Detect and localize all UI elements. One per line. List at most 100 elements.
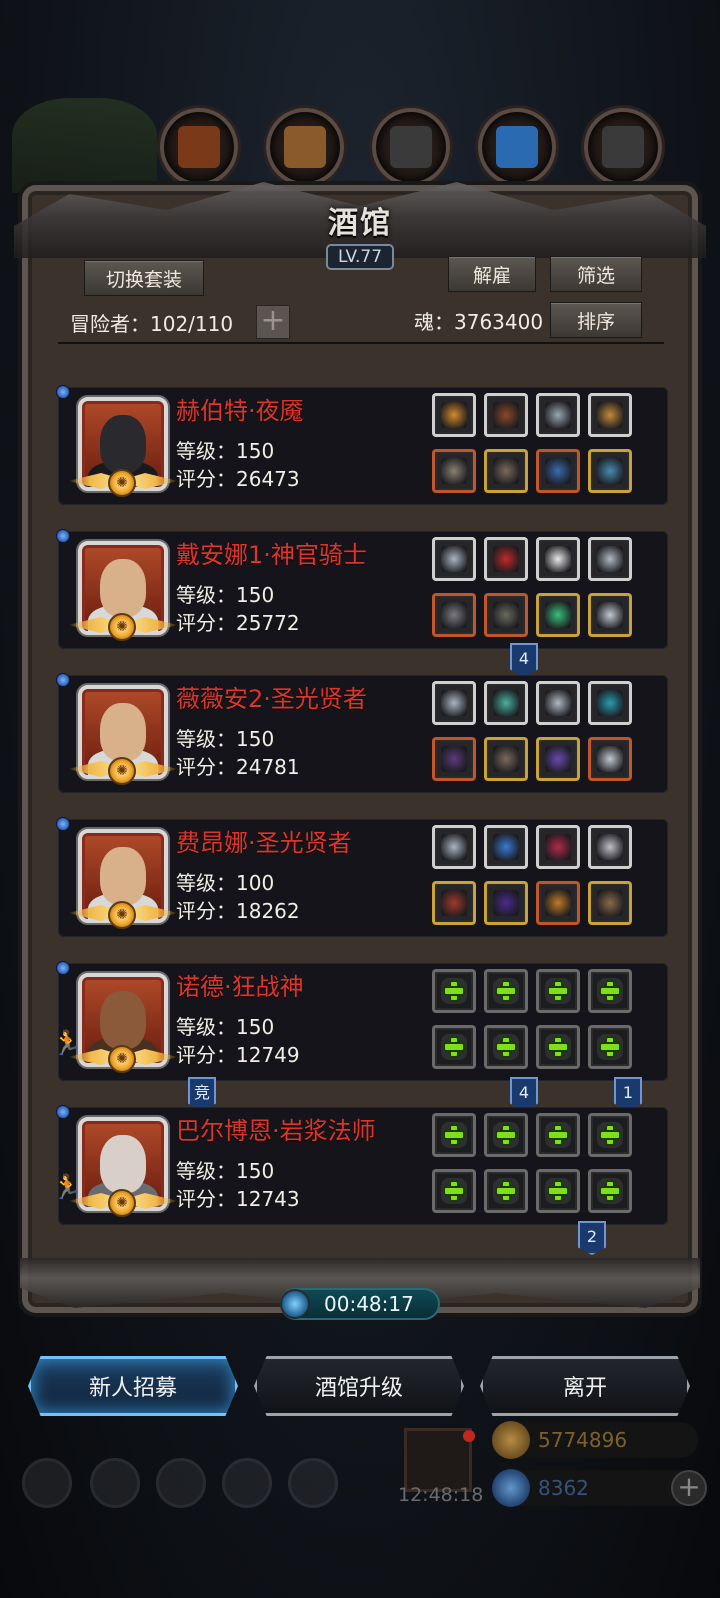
hud-settings-icon[interactable] <box>22 1458 72 1508</box>
empty-slot-plus-icon[interactable] <box>484 1113 528 1157</box>
bronze-ring-icon[interactable] <box>588 881 632 925</box>
hero-score: 评分：24781 <box>176 755 300 779</box>
timer-text: 00:48:17 <box>324 1292 414 1316</box>
filter-button[interactable]: 筛选 <box>550 256 642 292</box>
gift-box-icon[interactable] <box>404 1428 472 1492</box>
white-wing-icon[interactable] <box>536 537 580 581</box>
blue-flame-icon[interactable] <box>484 825 528 869</box>
empty-slot-plus-icon[interactable] <box>588 1025 632 1069</box>
item-glyph <box>597 690 623 716</box>
switch-outfit-button[interactable]: 切换套装 <box>84 260 204 296</box>
crystal-ore-icon[interactable] <box>536 393 580 437</box>
item-glyph <box>597 402 623 428</box>
hero-score: 评分：12743 <box>176 1187 300 1211</box>
item-glyph <box>493 890 519 916</box>
hero-status-dot <box>56 673 70 687</box>
stone-resource-icon <box>372 108 450 186</box>
star-emblem-icon[interactable] <box>588 825 632 869</box>
hud-map-icon[interactable] <box>156 1458 206 1508</box>
expand-capacity-button[interactable]: + <box>256 305 290 339</box>
gold-coin-icon <box>492 1421 530 1459</box>
empty-slot-plus-icon[interactable] <box>588 969 632 1013</box>
empty-slot-plus-icon[interactable] <box>588 1113 632 1157</box>
red-orb-amulet-icon[interactable] <box>484 537 528 581</box>
empty-slot-plus-icon[interactable] <box>536 1169 580 1213</box>
hud-achievement-icon[interactable] <box>90 1458 140 1508</box>
hero-row[interactable]: ✺ 戴安娜1·神官骑士 等级：150 评分：25772 <box>56 529 668 649</box>
hero-row[interactable]: ✺ 🏃 巴尔博恩·岩浆法师 等级：150 评分：12743 <box>52 1105 668 1225</box>
empty-slot-plus-icon[interactable] <box>432 1025 476 1069</box>
chest-armor-icon[interactable] <box>484 737 528 781</box>
purple-armor-icon[interactable] <box>484 881 528 925</box>
silver-circlet-icon[interactable] <box>432 537 476 581</box>
pendant-icon[interactable] <box>588 593 632 637</box>
gold-counter: 5774896 <box>492 1421 698 1459</box>
item-glyph <box>545 602 571 628</box>
fire-gauntlet-icon[interactable] <box>536 881 580 925</box>
add-equipment-plus-icon <box>497 1182 515 1200</box>
empty-slot-plus-icon[interactable] <box>484 1025 528 1069</box>
hero-status-dot <box>56 961 70 975</box>
item-glyph <box>597 834 623 860</box>
empty-slot-plus-icon[interactable] <box>484 969 528 1013</box>
gem-value: 8362 <box>538 1476 589 1500</box>
empty-slot-plus-icon[interactable] <box>536 969 580 1013</box>
tavern-upgrade-button[interactable]: 酒馆升级 <box>254 1356 464 1416</box>
purple-hood-icon[interactable] <box>432 737 476 781</box>
add-equipment-plus-icon <box>549 1038 567 1056</box>
teal-gem-icon[interactable] <box>484 681 528 725</box>
hero-score: 评分：12749 <box>176 1043 300 1067</box>
silver-dagger-icon[interactable] <box>588 537 632 581</box>
chest-armor-icon[interactable] <box>484 449 528 493</box>
empty-slot-plus-icon[interactable] <box>484 1169 528 1213</box>
pendant-icon[interactable] <box>588 737 632 781</box>
hero-row[interactable]: ✺ 赫伯特·夜魇 等级：150 评分：26473 <box>56 385 668 505</box>
item-glyph <box>441 690 467 716</box>
recruit-button[interactable]: 新人招募 <box>28 1356 238 1416</box>
empty-slot-plus-icon[interactable] <box>536 1113 580 1157</box>
silver-circlet-icon[interactable] <box>432 681 476 725</box>
hero-row[interactable]: ✺ 薇薇安2·圣光贤者 等级：150 评分：24781 <box>56 673 668 793</box>
equipment-grid <box>432 393 636 495</box>
top-menu-strip <box>0 98 720 193</box>
hud-chat-icon[interactable] <box>288 1458 338 1508</box>
gauntlet-icon[interactable] <box>484 593 528 637</box>
hero-row[interactable]: ✺ 费昂娜·圣光贤者 等级：100 评分：18262 <box>56 817 668 937</box>
silver-dagger-icon[interactable] <box>536 681 580 725</box>
add-equipment-plus-icon <box>497 1038 515 1056</box>
add-equipment-plus-icon <box>601 1038 619 1056</box>
golden-staff-icon[interactable] <box>588 393 632 437</box>
hero-row[interactable]: ✺ 🏃 诺德·狂战神 等级：150 评分：12749 <box>52 961 668 1081</box>
blue-blade-icon[interactable] <box>536 449 580 493</box>
empty-slot-plus-icon[interactable] <box>432 969 476 1013</box>
purple-orb-icon[interactable] <box>536 737 580 781</box>
sort-button[interactable]: 排序 <box>550 302 642 338</box>
item-glyph <box>493 690 519 716</box>
portrait-face <box>100 415 146 473</box>
hero-level: 等级：150 <box>176 1159 275 1183</box>
empty-slot-plus-icon[interactable] <box>536 1025 580 1069</box>
flame-helm-icon[interactable] <box>432 393 476 437</box>
empty-slot-plus-icon[interactable] <box>432 1169 476 1213</box>
armor-piece-icon[interactable] <box>484 393 528 437</box>
portrait-face <box>100 991 146 1049</box>
war-hammer-icon[interactable] <box>432 593 476 637</box>
dismiss-button[interactable]: 解雇 <box>448 256 536 292</box>
hero-score: 评分：25772 <box>176 611 300 635</box>
equipment-grid <box>432 681 636 783</box>
ring-icon[interactable] <box>588 449 632 493</box>
red-axe-icon[interactable] <box>432 881 476 925</box>
hero-list[interactable]: ✺ 赫伯特·夜魇 等级：150 评分：26473 ✺ 戴安娜1·神官骑士 等级：150 评分：… <box>50 345 670 1255</box>
add-gems-button[interactable]: + <box>671 1470 707 1506</box>
empty-slot-plus-icon[interactable] <box>432 1113 476 1157</box>
leave-button[interactable]: 离开 <box>480 1356 690 1416</box>
red-shard-icon[interactable] <box>536 825 580 869</box>
emerald-ring-icon[interactable] <box>536 593 580 637</box>
rank-medal-icon: ✺ <box>108 469 136 497</box>
empty-slot-plus-icon[interactable] <box>588 1169 632 1213</box>
teal-bracer-icon[interactable] <box>588 681 632 725</box>
curved-dagger-icon[interactable] <box>432 449 476 493</box>
hud-mail-icon[interactable] <box>222 1458 272 1508</box>
silver-circlet-icon[interactable] <box>432 825 476 869</box>
add-equipment-plus-icon <box>445 1038 463 1056</box>
